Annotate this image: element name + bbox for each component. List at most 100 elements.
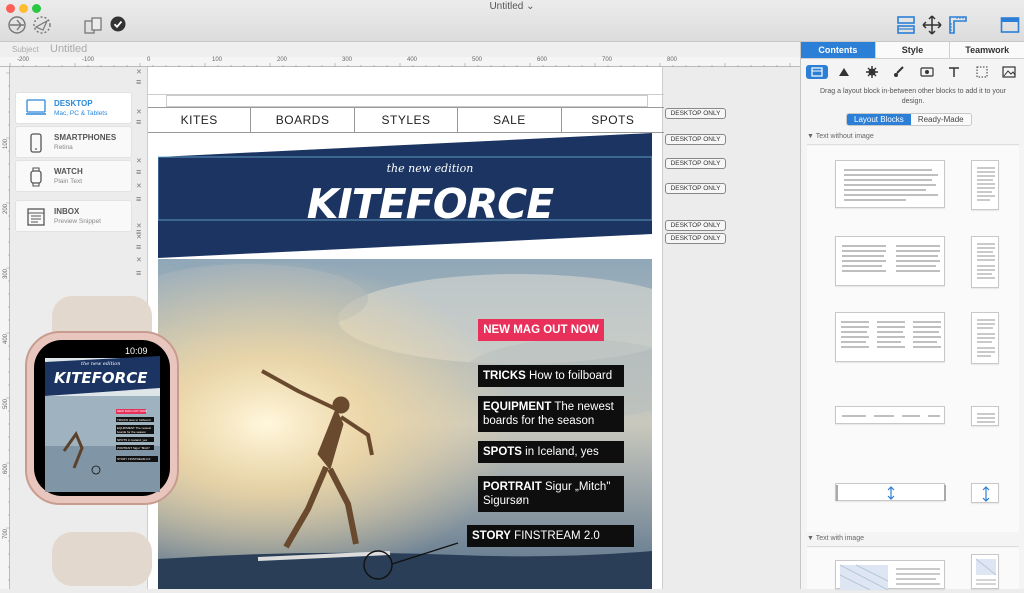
desktop-only-tag[interactable]: DESKTOP ONLY [665,134,726,145]
device-subtitle: Plain Text [54,178,83,185]
watch-item: SPOTS in Iceland, yes [117,438,148,442]
device-smartphones[interactable]: SMARTPHONES Retina [15,126,132,158]
layout-block-thumb-mobile[interactable] [971,160,999,210]
teaser-portrait[interactable]: PORTRAIT Sigur „Mitch" Sigursøn [478,476,624,512]
nav-item-kites[interactable]: KITES [148,108,252,132]
device-subtitle: Retina [54,144,73,151]
delete-block-icon[interactable]: ✕ [136,157,142,165]
segment-ready-made[interactable]: Ready-Made [910,114,971,125]
device-desktop[interactable]: DESKTOP Mac, PC & Tablets [15,92,132,124]
email-document[interactable]: KITES BOARDS STYLES SALE SPOTS the new e… [147,67,664,589]
ruler-label: 500 [472,57,483,63]
teaser-story[interactable]: STORY FINSTREAM 2.0 [467,525,634,547]
hero-title[interactable]: KITEFORCE [298,180,562,228]
ruler-label: 500 [3,398,10,410]
device-inbox[interactable]: INBOX Preview Snippet [15,200,132,232]
move-icon[interactable] [922,15,942,35]
layout-block-thumb-image[interactable] [835,560,945,591]
layout-block-thumb[interactable] [835,312,945,362]
layout-icon[interactable] [896,15,916,35]
drag-handle-icon[interactable]: ≡ [136,242,141,252]
segment-layout-blocks[interactable]: Layout Blocks [847,114,911,125]
desktop-only-tag[interactable]: DESKTOP ONLY [665,108,726,119]
subject-input[interactable]: Untitled [50,43,87,55]
ruler-label: 700 [3,528,10,540]
teaser-spots[interactable]: SPOTS in Iceland, yes [478,441,624,463]
layout-block-thumb[interactable] [835,160,945,208]
layout-block-icon[interactable] [806,65,828,79]
delete-block-icon[interactable]: ✕ [136,108,142,116]
spacer-block-thumb-mobile[interactable] [971,483,999,503]
ruler-label: 600 [3,463,10,475]
block-type-segmented: Layout Blocks Ready-Made [846,113,972,126]
section-text-with-image[interactable]: ▼ Text with image [807,535,1019,547]
nav-item-sale[interactable]: SALE [458,108,562,132]
vertical-ruler[interactable]: 100 200 300 400 500 600 700 [0,67,10,589]
layout-block-thumb[interactable] [835,236,945,286]
delete-block-icon[interactable]: ✕ [136,68,142,76]
section-text-without-image[interactable]: ▼ Text without image [807,133,1019,145]
delete-block-icon[interactable]: ✕ [136,233,142,241]
teaser-equipment[interactable]: EQUIPMENT The newest boards for the seas… [478,396,624,432]
subject-bar: Subject Untitled [0,42,800,57]
layout-block-thumb[interactable] [835,406,945,424]
desktop-only-tag[interactable]: DESKTOP ONLY [665,233,726,244]
nav-item-styles[interactable]: STYLES [355,108,459,132]
desktop-only-tag[interactable]: DESKTOP ONLY [665,220,726,231]
ruler-label: 100 [3,138,10,150]
delete-block-icon[interactable]: ✕ [136,182,142,190]
layout-block-thumb-mobile[interactable] [971,236,999,288]
ruler-label: 100 [212,57,223,63]
ruler-label: -100 [82,57,95,63]
ruler-label: 0 [147,57,151,63]
brush-icon[interactable] [888,65,910,79]
watch-item: STORY FINSTREAM 2.0 [117,457,151,461]
layout-block-thumb-mobile[interactable] [971,312,999,364]
delete-block-icon[interactable]: ✕ [136,256,142,264]
photo-icon[interactable] [998,65,1020,79]
drag-handle-icon[interactable]: ≡ [136,117,141,127]
desktop-icon [26,99,46,120]
layout-block-thumb-mobile[interactable] [971,406,999,426]
title-bar: Untitled ⌄ [0,0,1024,42]
drag-handle-icon[interactable]: ≡ [136,77,141,87]
ruler-label: 400 [3,333,10,345]
smartphone-icon [26,133,46,156]
drag-handle-icon[interactable]: ≡ [136,268,141,278]
ruler-guide-icon[interactable] [948,15,968,35]
image-icon[interactable] [916,65,938,79]
send-preview-icon[interactable] [6,15,28,35]
ruler-label: 300 [3,268,10,280]
nav-item-boards[interactable]: BOARDS [251,108,355,132]
horizontal-ruler[interactable]: -200 -100 0 100 200 300 400 500 600 700 … [0,57,800,67]
window-title[interactable]: Untitled ⌄ [0,1,1024,12]
gear-icon[interactable] [861,65,883,79]
nav-item-spots[interactable]: SPOTS [562,108,664,132]
drag-handle-icon[interactable]: ≡ [136,194,141,204]
drag-handle-icon[interactable]: ≡ [136,167,141,177]
checkmark-icon[interactable] [110,16,126,32]
layout-block-thumb-image-mobile[interactable] [971,554,999,589]
text-icon[interactable] [943,65,965,79]
inspector-panel: Contents Style Teamwork Drag a layout bl… [800,42,1024,591]
watch-icon [26,167,46,190]
send-test-icon[interactable] [31,15,53,35]
spacer-block[interactable] [148,67,664,95]
hero-subtitle[interactable]: the new edition [298,162,562,175]
frame-icon[interactable] [971,65,993,79]
watch-item: EQUIPMENT The newest boards for the seas… [117,426,152,434]
teaser-tricks[interactable]: TRICKS How to foilboard [478,365,624,387]
tab-teamwork[interactable]: Teamwork [950,42,1024,59]
spacer-block-thumb[interactable] [835,483,946,501]
preheader-block[interactable] [166,95,648,107]
sidebar-icon[interactable] [1000,15,1020,35]
ruler-label: 600 [537,57,548,63]
desktop-only-tag[interactable]: DESKTOP ONLY [665,158,726,169]
desktop-only-tag[interactable]: DESKTOP ONLY [665,183,726,194]
tab-contents[interactable]: Contents [801,42,876,59]
device-watch[interactable]: WATCH Plain Text [15,160,132,192]
new-mag-badge[interactable]: NEW MAG OUT NOW [478,319,604,341]
shape-icon[interactable] [833,65,855,79]
tab-style[interactable]: Style [875,42,951,59]
upload-icon[interactable] [82,15,104,35]
